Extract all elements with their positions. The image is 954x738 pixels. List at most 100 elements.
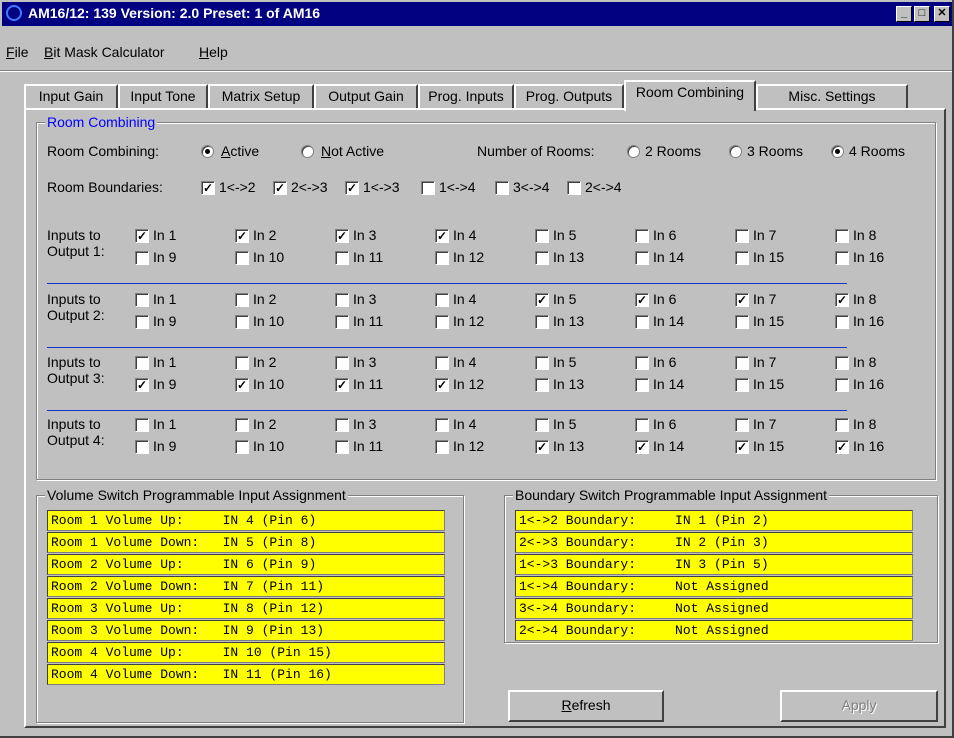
output-3-in-4-label[interactable]: In 4	[453, 354, 476, 370]
output-2-in-4-checkbox[interactable]	[435, 293, 449, 307]
output-2-in-2-checkbox[interactable]	[235, 293, 249, 307]
boundary-assignment-row[interactable]: 1<->4 Boundary: Not Assigned	[515, 576, 913, 597]
output-1-in-15-checkbox[interactable]	[735, 251, 749, 265]
not-active-label[interactable]: Not Active	[321, 143, 384, 159]
output-3-in-1-label[interactable]: In 1	[153, 354, 176, 370]
output-1-in-1-checkbox[interactable]: ✓	[135, 229, 149, 243]
tab-matrix-setup[interactable]: Matrix Setup	[208, 84, 314, 108]
2-rooms-radio[interactable]	[627, 145, 640, 158]
output-4-in-8-label[interactable]: In 8	[853, 416, 876, 432]
output-4-in-13-label[interactable]: In 13	[553, 438, 584, 454]
output-3-in-5-label[interactable]: In 5	[553, 354, 576, 370]
output-3-in-12-label[interactable]: In 12	[453, 376, 484, 392]
output-3-in-8-label[interactable]: In 8	[853, 354, 876, 370]
output-4-in-5-checkbox[interactable]	[535, 418, 549, 432]
volume-assignment-row[interactable]: Room 2 Volume Down: IN 7 (Pin 11)	[47, 576, 445, 597]
output-2-in-9-checkbox[interactable]	[135, 315, 149, 329]
close-button[interactable]: ✕	[934, 6, 950, 22]
output-2-in-5-checkbox[interactable]: ✓	[535, 293, 549, 307]
volume-assignment-row[interactable]: Room 4 Volume Up: IN 10 (Pin 15)	[47, 642, 445, 663]
output-4-in-6-label[interactable]: In 6	[653, 416, 676, 432]
output-2-in-14-label[interactable]: In 14	[653, 313, 684, 329]
output-3-in-1-checkbox[interactable]	[135, 356, 149, 370]
menu-help[interactable]: Help	[199, 44, 228, 60]
output-1-in-2-checkbox[interactable]: ✓	[235, 229, 249, 243]
output-4-in-4-label[interactable]: In 4	[453, 416, 476, 432]
menu-file[interactable]: File	[6, 44, 29, 60]
output-1-in-14-checkbox[interactable]	[635, 251, 649, 265]
output-2-in-10-label[interactable]: In 10	[253, 313, 284, 329]
output-2-in-13-label[interactable]: In 13	[553, 313, 584, 329]
output-2-in-11-label[interactable]: In 11	[353, 313, 383, 329]
output-4-in-16-checkbox[interactable]: ✓	[835, 440, 849, 454]
output-3-in-9-checkbox[interactable]: ✓	[135, 378, 149, 392]
output-4-in-1-checkbox[interactable]	[135, 418, 149, 432]
output-2-in-4-label[interactable]: In 4	[453, 291, 476, 307]
output-1-in-10-label[interactable]: In 10	[253, 249, 284, 265]
output-1-in-3-checkbox[interactable]: ✓	[335, 229, 349, 243]
boundary-2-4-checkbox[interactable]	[567, 181, 581, 195]
tab-input-gain[interactable]: Input Gain	[24, 84, 118, 108]
output-3-in-13-checkbox[interactable]	[535, 378, 549, 392]
output-2-in-16-label[interactable]: In 16	[853, 313, 884, 329]
output-2-in-12-label[interactable]: In 12	[453, 313, 484, 329]
output-4-in-2-checkbox[interactable]	[235, 418, 249, 432]
output-1-in-15-label[interactable]: In 15	[753, 249, 784, 265]
output-4-in-8-checkbox[interactable]	[835, 418, 849, 432]
tab-output-gain[interactable]: Output Gain	[314, 84, 418, 108]
output-1-in-6-checkbox[interactable]	[635, 229, 649, 243]
output-2-in-5-label[interactable]: In 5	[553, 291, 576, 307]
output-3-in-6-label[interactable]: In 6	[653, 354, 676, 370]
output-1-in-12-checkbox[interactable]	[435, 251, 449, 265]
volume-assignment-row[interactable]: Room 1 Volume Down: IN 5 (Pin 8)	[47, 532, 445, 553]
output-4-in-9-checkbox[interactable]	[135, 440, 149, 454]
output-3-in-10-checkbox[interactable]: ✓	[235, 378, 249, 392]
output-2-in-7-label[interactable]: In 7	[753, 291, 776, 307]
output-3-in-4-checkbox[interactable]	[435, 356, 449, 370]
output-3-in-7-checkbox[interactable]	[735, 356, 749, 370]
output-3-in-9-label[interactable]: In 9	[153, 376, 176, 392]
output-2-in-8-label[interactable]: In 8	[853, 291, 876, 307]
3-rooms-label[interactable]: 3 Rooms	[747, 143, 803, 159]
output-2-in-11-checkbox[interactable]	[335, 315, 349, 329]
output-2-in-14-checkbox[interactable]	[635, 315, 649, 329]
boundary-assignment-row[interactable]: 1<->3 Boundary: IN 3 (Pin 5)	[515, 554, 913, 575]
output-3-in-10-label[interactable]: In 10	[253, 376, 284, 392]
active-label[interactable]: Active	[221, 143, 259, 159]
output-4-in-3-checkbox[interactable]	[335, 418, 349, 432]
output-3-in-2-label[interactable]: In 2	[253, 354, 276, 370]
output-4-in-4-checkbox[interactable]	[435, 418, 449, 432]
output-3-in-11-label[interactable]: In 11	[353, 376, 383, 392]
output-4-in-16-label[interactable]: In 16	[853, 438, 884, 454]
output-3-in-15-checkbox[interactable]	[735, 378, 749, 392]
output-3-in-3-checkbox[interactable]	[335, 356, 349, 370]
output-3-in-14-checkbox[interactable]	[635, 378, 649, 392]
output-1-in-11-label[interactable]: In 11	[353, 249, 383, 265]
boundary-assignment-row[interactable]: 1<->2 Boundary: IN 1 (Pin 2)	[515, 510, 913, 531]
output-3-in-15-label[interactable]: In 15	[753, 376, 784, 392]
output-1-in-4-checkbox[interactable]: ✓	[435, 229, 449, 243]
output-4-in-10-checkbox[interactable]	[235, 440, 249, 454]
output-4-in-12-label[interactable]: In 12	[453, 438, 484, 454]
output-4-in-6-checkbox[interactable]	[635, 418, 649, 432]
output-2-in-3-checkbox[interactable]	[335, 293, 349, 307]
output-4-in-7-label[interactable]: In 7	[753, 416, 776, 432]
output-1-in-12-label[interactable]: In 12	[453, 249, 484, 265]
output-4-in-5-label[interactable]: In 5	[553, 416, 576, 432]
output-1-in-13-checkbox[interactable]	[535, 251, 549, 265]
boundary-assignment-row[interactable]: 2<->3 Boundary: IN 2 (Pin 3)	[515, 532, 913, 553]
output-1-in-11-checkbox[interactable]	[335, 251, 349, 265]
tab-room-combining[interactable]: Room Combining	[624, 80, 756, 111]
output-2-in-6-label[interactable]: In 6	[653, 291, 676, 307]
output-1-in-1-label[interactable]: In 1	[153, 227, 176, 243]
output-4-in-7-checkbox[interactable]	[735, 418, 749, 432]
4-rooms-label[interactable]: 4 Rooms	[849, 143, 905, 159]
boundary-1-4-label[interactable]: 1<->4	[439, 179, 476, 195]
output-3-in-11-checkbox[interactable]: ✓	[335, 378, 349, 392]
volume-assignment-row[interactable]: Room 3 Volume Down: IN 9 (Pin 13)	[47, 620, 445, 641]
boundary-1-4-checkbox[interactable]	[421, 181, 435, 195]
output-4-in-9-label[interactable]: In 9	[153, 438, 176, 454]
boundary-3-4-checkbox[interactable]	[495, 181, 509, 195]
output-3-in-13-label[interactable]: In 13	[553, 376, 584, 392]
boundary-1-3-label[interactable]: 1<->3	[363, 179, 400, 195]
